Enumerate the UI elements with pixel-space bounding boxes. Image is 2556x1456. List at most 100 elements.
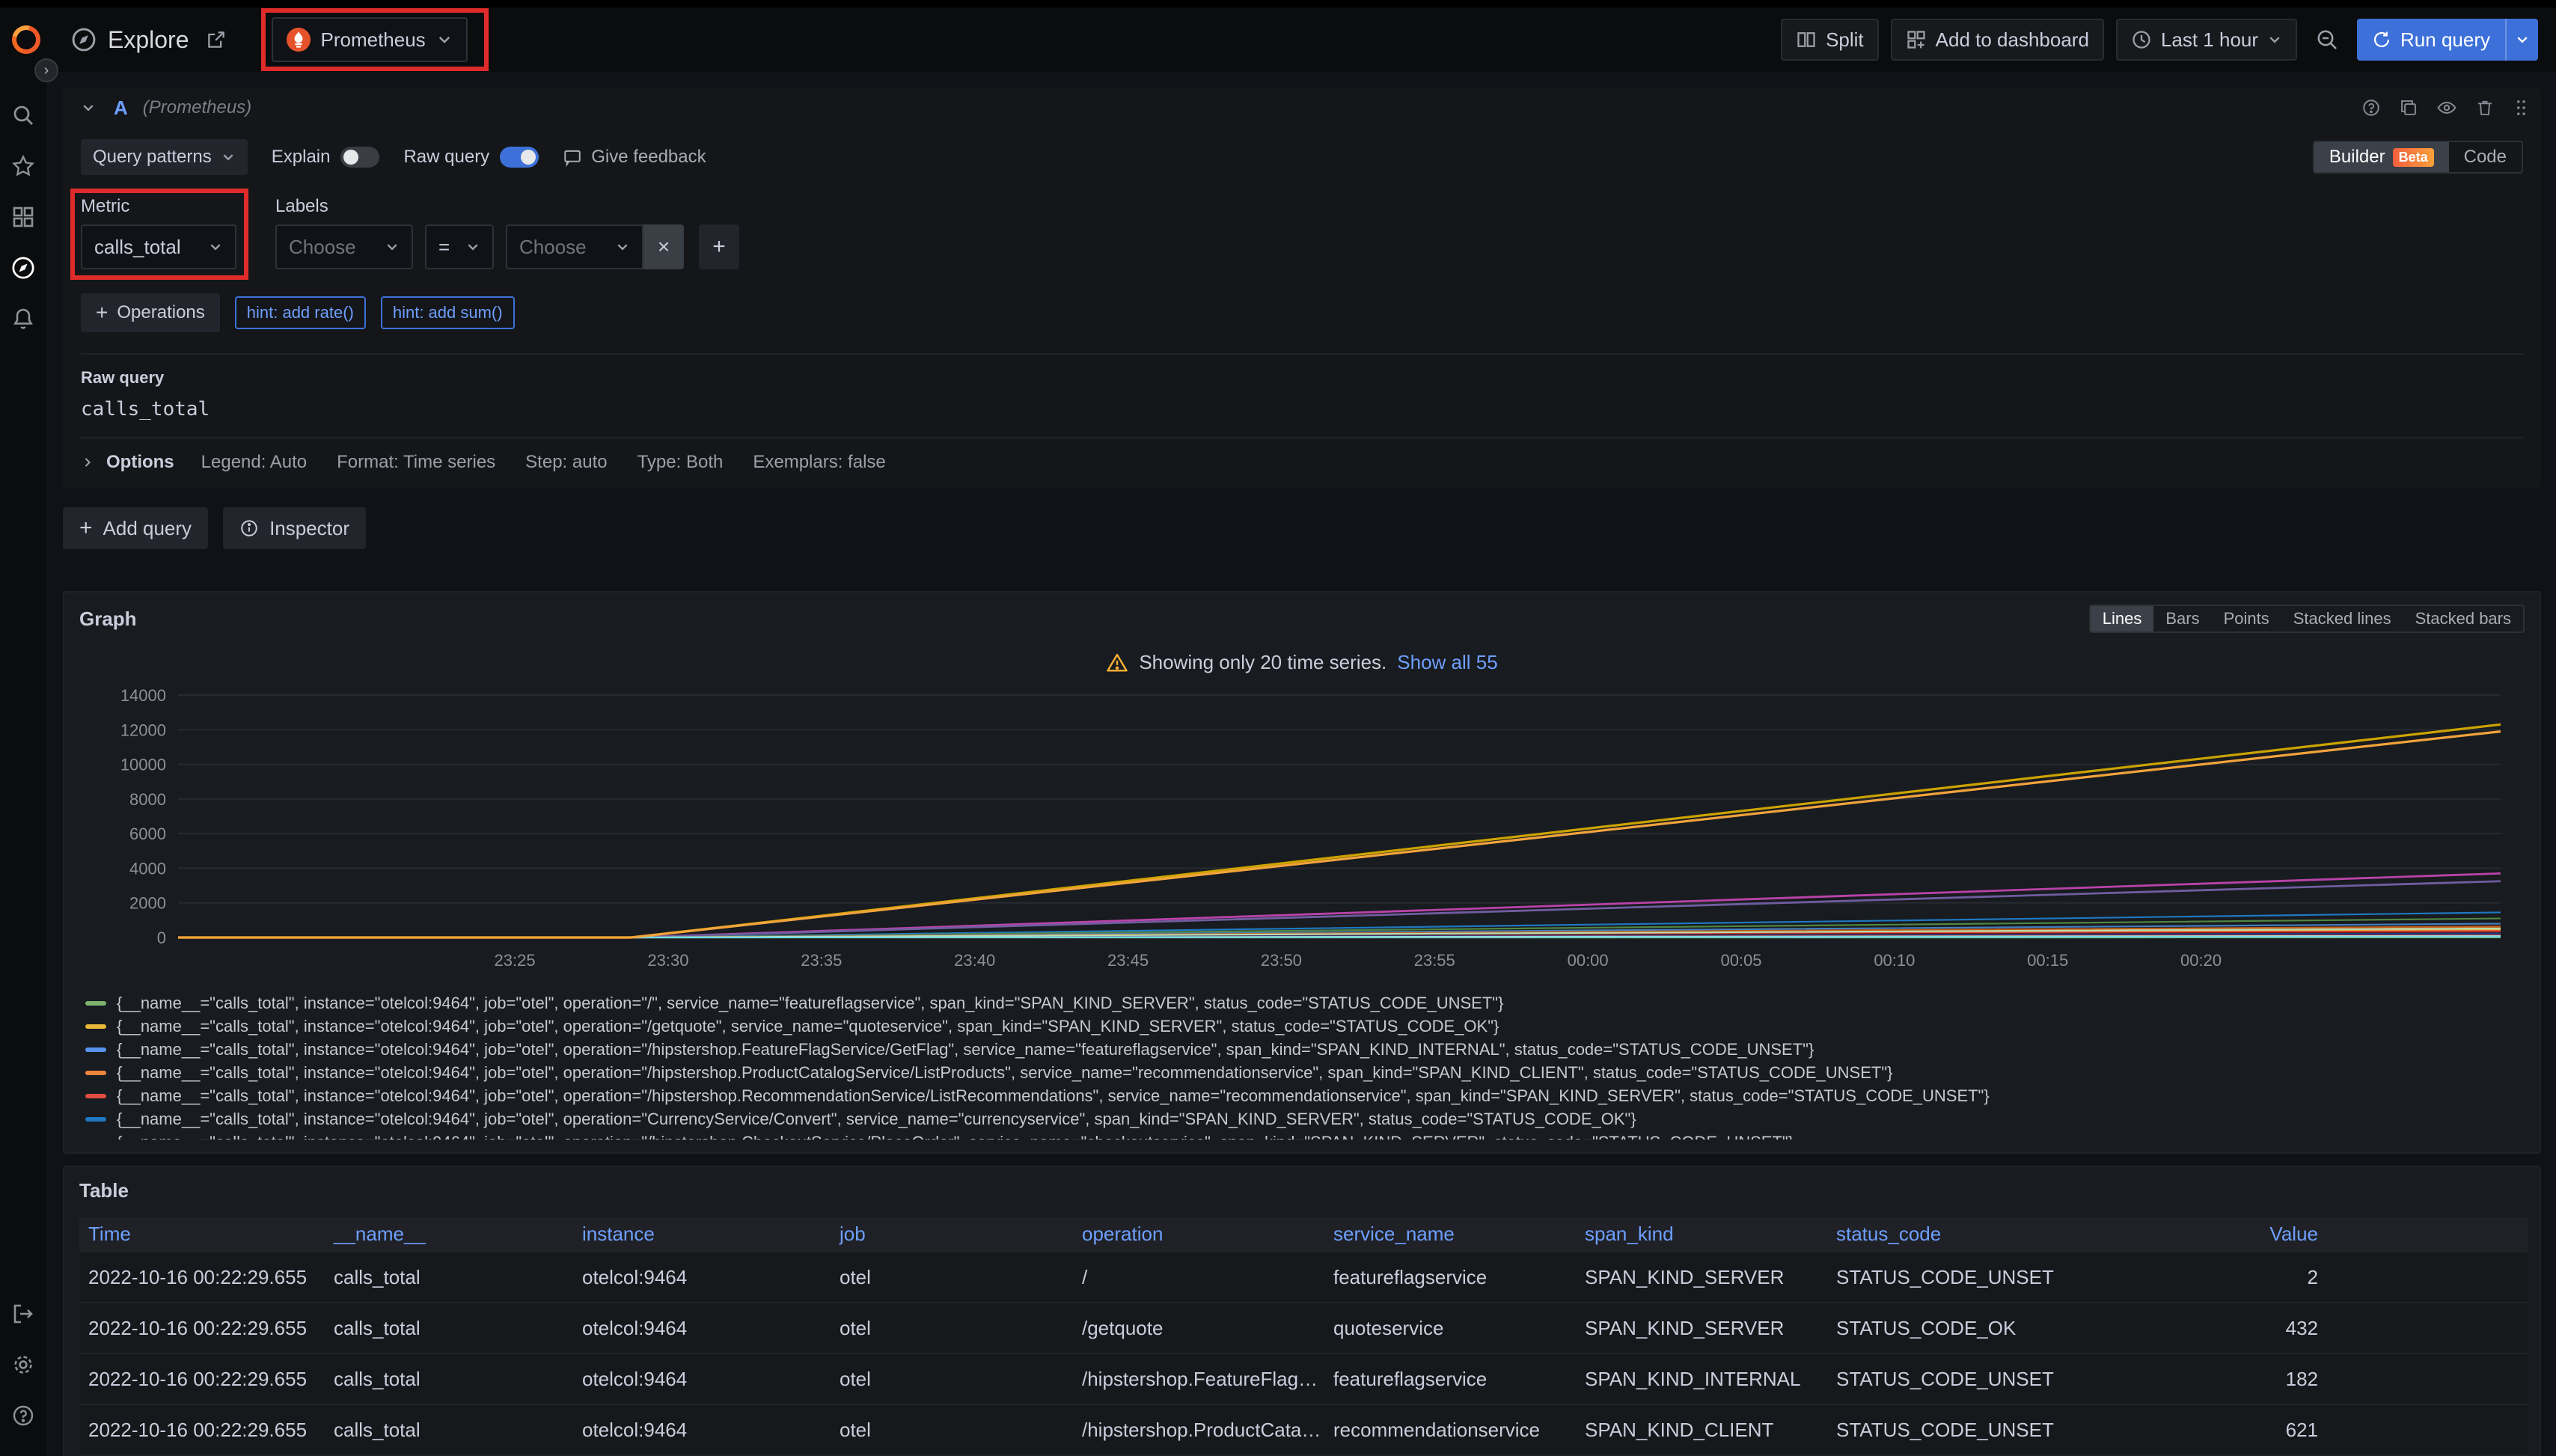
builder-label: Builder [2329,147,2385,168]
legend-item[interactable]: {__name__="calls_total", instance="otelc… [85,1061,2540,1084]
query-patterns-dropdown[interactable]: Query patterns [81,139,248,175]
legend-item[interactable]: {__name__="calls_total", instance="otelc… [85,1107,2540,1131]
raw-query-section-label: Raw query [81,368,2523,388]
add-query-button[interactable]: + Add query [63,507,208,549]
column-header-service-name[interactable]: service_name [1333,1217,1585,1252]
add-label-filter-button[interactable]: + [699,224,739,269]
query-help-icon[interactable] [2361,98,2381,117]
sidebar-expand-button[interactable]: › [34,58,58,82]
raw-query-toggle[interactable] [500,147,539,168]
graph-panel: Graph LinesBarsPointsStacked linesStacke… [63,591,2541,1154]
table-row: 2022-10-16 00:22:29.655calls_totalotelco… [79,1404,2528,1455]
chevron-down-icon [2267,32,2282,47]
apps-plus-icon [1906,29,1927,50]
column-header-Value[interactable]: Value [2088,1217,2528,1252]
graph-mode-lines[interactable]: Lines [2091,606,2154,631]
sign-in-icon[interactable] [1,1288,46,1339]
drag-handle-icon[interactable] [2513,98,2529,117]
builder-code-switch: Builder Beta Code [2313,141,2523,174]
explain-toggle[interactable] [340,147,379,168]
svg-text:23:40: 23:40 [954,951,995,970]
code-mode-button[interactable]: Code [2449,142,2522,172]
svg-text:23:25: 23:25 [495,951,536,970]
builder-mode-button[interactable]: Builder Beta [2314,142,2449,172]
column-header-Time[interactable]: Time [79,1217,334,1252]
graph-panel-title: Graph [79,608,137,631]
series-limit-warning: Showing only 20 time series. Show all 55 [64,651,2540,674]
label-operator-select[interactable]: = [425,224,494,269]
alerting-bell-icon[interactable] [1,293,46,344]
legend-series-color [85,1117,106,1122]
option-summary-item: Format: Time series [337,452,495,473]
legend-item[interactable]: {__name__="calls_total", instance="otelc… [85,1038,2540,1061]
time-range-picker[interactable]: Last 1 hour [2116,19,2297,61]
star-icon[interactable] [1,141,46,192]
split-button[interactable]: Split [1781,19,1879,61]
run-query-button[interactable]: Run query [2357,19,2505,61]
add-operation-button[interactable]: + Operations [81,293,220,332]
column-header-span-kind[interactable]: span_kind [1585,1217,1836,1252]
grafana-logo[interactable] [12,25,40,54]
graph-mode-switcher: LinesBarsPointsStacked linesStacked bars [2089,605,2525,633]
legend-series-color [85,1094,106,1098]
query-ref-id[interactable]: A [114,97,128,120]
label-key-select[interactable]: Choose [275,224,413,269]
run-query-label: Run query [2400,28,2490,52]
zoom-out-button[interactable] [2309,28,2345,52]
duplicate-query-icon[interactable] [2399,98,2418,117]
svg-text:23:30: 23:30 [647,951,688,970]
svg-text:00:20: 00:20 [2180,951,2222,970]
legend-item[interactable]: {__name__="calls_total", instance="otelc… [85,991,2540,1015]
hint-add-rate-button[interactable]: hint: add rate() [235,296,366,329]
graph-mode-stacked-lines[interactable]: Stacked lines [2281,606,2403,631]
legend-item[interactable]: {__name__="calls_total", instance="otelc… [85,1084,2540,1107]
give-feedback-button[interactable]: Give feedback [563,147,706,168]
graph-mode-points[interactable]: Points [2212,606,2281,631]
graph-mode-bars[interactable]: Bars [2153,606,2211,631]
warning-triangle-icon [1106,652,1128,674]
graph-mode-stacked-bars[interactable]: Stacked bars [2403,606,2523,631]
query-options-row[interactable]: Options Legend: AutoFormat: Time seriesS… [63,438,2541,485]
legend-item[interactable]: {__name__="calls_total", instance="otelc… [85,1015,2540,1038]
remove-label-filter-button[interactable]: × [643,224,684,269]
share-shortened-link-button[interactable] [200,29,233,50]
remove-query-trash-icon[interactable] [2475,98,2495,117]
column-header-operation[interactable]: operation [1082,1217,1333,1252]
settings-gear-icon[interactable] [1,1339,46,1390]
table-cell: 2022-10-16 00:22:29.655 [79,1252,334,1303]
run-query-dropdown-button[interactable] [2505,19,2538,61]
legend-item[interactable]: {__name__="calls_total", instance="otelc… [85,1131,2540,1140]
raw-query-preview: Raw query calls_total [81,353,2523,438]
collapse-chevron-icon[interactable] [75,100,102,115]
svg-text:0: 0 [157,929,166,947]
column-header-instance[interactable]: instance [582,1217,840,1252]
column-header-status-code[interactable]: status_code [1836,1217,2088,1252]
table-header-row: Time__name__instancejoboperationservice_… [79,1217,2528,1252]
add-to-dashboard-button[interactable]: Add to dashboard [1891,19,2104,61]
dashboards-icon[interactable] [1,192,46,242]
graph-legend: {__name__="calls_total", instance="otelc… [64,988,2540,1140]
table-cell: SPAN_KIND_CLIENT [1585,1404,1836,1455]
table-panel: Table Time__name__instancejoboperationse… [63,1166,2541,1456]
table-cell: 182 [2088,1353,2528,1404]
table-row: 2022-10-16 00:22:29.655calls_totalotelco… [79,1303,2528,1353]
label-value-select[interactable]: Choose [506,224,643,269]
column-header-job[interactable]: job [840,1217,1082,1252]
datasource-picker[interactable]: Prometheus [272,17,468,62]
table-cell: otelcol:9464 [582,1303,840,1353]
hint-add-sum-button[interactable]: hint: add sum() [381,296,515,329]
time-range-label: Last 1 hour [2161,28,2258,52]
metric-value: calls_total [94,236,181,259]
metric-select[interactable]: calls_total [81,224,236,269]
chevron-down-icon [436,31,453,48]
search-icon[interactable] [1,90,46,141]
inspector-button[interactable]: Inspector [223,507,366,549]
help-icon[interactable] [1,1390,46,1441]
time-series-chart[interactable]: 0200040006000800010000120001400023:2523:… [64,680,2540,988]
labels-field-label: Labels [275,196,739,217]
show-all-series-link[interactable]: Show all 55 [1397,651,1497,674]
column-header---name--[interactable]: __name__ [334,1217,582,1252]
hide-query-eye-icon[interactable] [2436,97,2457,118]
table-cell: STATUS_CODE_UNSET [1836,1353,2088,1404]
explore-icon[interactable] [1,242,46,293]
